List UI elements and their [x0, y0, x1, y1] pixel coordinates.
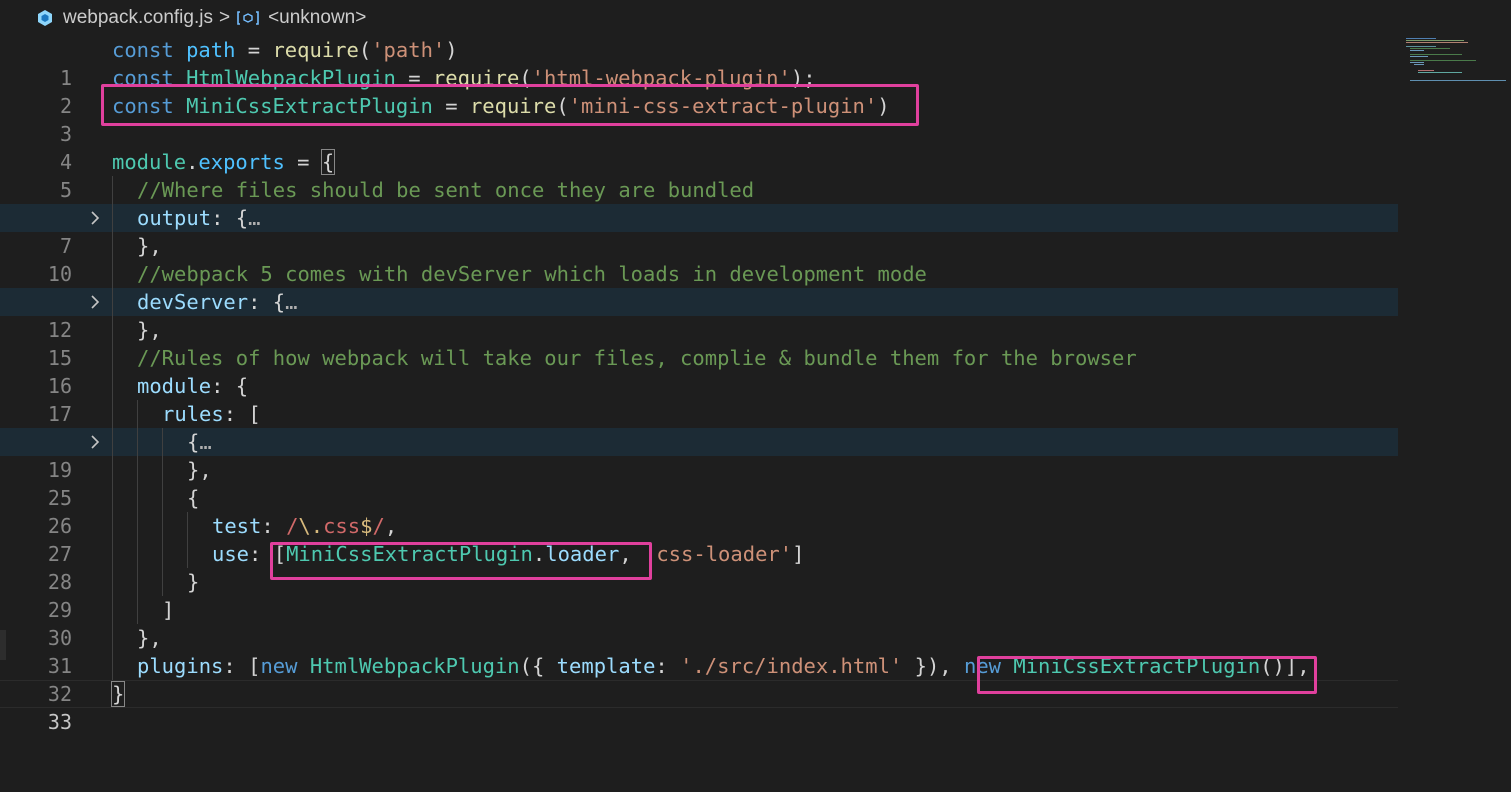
- code-line[interactable]: 25 },: [0, 456, 1398, 510]
- code-text: ]: [162, 598, 175, 622]
- code-line-folded[interactable]: 7 output: {…: [0, 204, 1398, 258]
- folded-ellipsis: …: [199, 430, 212, 454]
- indent-guide: [112, 568, 113, 596]
- line-number: 33: [47, 710, 72, 734]
- indent-guide: [137, 456, 138, 484]
- code-text: {: [187, 486, 200, 510]
- code-line[interactable]: 1 const path = require('path'): [0, 36, 1398, 90]
- code-line[interactable]: 31 },: [0, 624, 1398, 678]
- code-line-folded[interactable]: 12 devServer: {…: [0, 288, 1398, 342]
- highlight-box-require: [101, 84, 919, 126]
- code-text: const path = require('path'): [112, 38, 458, 62]
- folded-ellipsis: …: [248, 206, 261, 230]
- code-text: },: [137, 234, 162, 258]
- indent-guide: [112, 624, 113, 652]
- symbol-variable-icon: [236, 10, 260, 26]
- code-line[interactable]: 16 //Rules of how webpack will take our …: [0, 344, 1398, 398]
- indent-guide: [162, 428, 163, 456]
- fold-chevron-right-icon[interactable]: [87, 428, 103, 456]
- code-text: test: /\.css$/,: [212, 514, 398, 538]
- breadcrumb-symbol[interactable]: <unknown>: [268, 7, 366, 29]
- code-text: },: [137, 318, 162, 342]
- indent-guide: [112, 540, 113, 568]
- code-editor[interactable]: 1 const path = require('path') 2 const H…: [0, 36, 1511, 769]
- indent-guide: [187, 540, 188, 568]
- indent-guide: [112, 456, 113, 484]
- indent-guide: [162, 484, 163, 512]
- code-line[interactable]: 18 rules: [: [0, 400, 1398, 454]
- indent-guide: [137, 484, 138, 512]
- code-line[interactable]: 30 ]: [0, 596, 1398, 650]
- indent-guide: [112, 344, 113, 372]
- code-text: }: [187, 570, 200, 594]
- code-line[interactable]: 11 //webpack 5 comes with devServer whic…: [0, 260, 1398, 314]
- indent-guide: [112, 596, 113, 624]
- indent-guide: [137, 596, 138, 624]
- code-line[interactable]: 17 module: {: [0, 372, 1398, 426]
- code-line[interactable]: 29 }: [0, 568, 1398, 622]
- indent-guide: [137, 540, 138, 568]
- code-text: },: [187, 458, 212, 482]
- indent-guide: [112, 232, 113, 260]
- indent-guide: [112, 400, 113, 428]
- indent-guide: [112, 428, 113, 456]
- indent-guide: [162, 456, 163, 484]
- code-text: },: [137, 626, 162, 650]
- code-line[interactable]: 26 {: [0, 484, 1398, 538]
- code-line[interactable]: 5 module.exports = {: [0, 148, 1398, 202]
- breadcrumb-separator: >: [218, 7, 231, 28]
- code-text: {…: [187, 430, 212, 454]
- code-text: output: {…: [137, 206, 261, 230]
- indent-guide: [112, 316, 113, 344]
- indent-guide: [112, 204, 113, 232]
- indent-guide: [112, 652, 113, 680]
- code-text: }: [110, 681, 126, 707]
- fold-chevron-right-icon[interactable]: [87, 288, 103, 316]
- fold-chevron-right-icon[interactable]: [87, 204, 103, 232]
- breadcrumb: webpack.config.js > <unknown>: [0, 0, 1511, 36]
- indent-guide: [112, 260, 113, 288]
- breadcrumb-file[interactable]: webpack.config.js: [63, 7, 213, 29]
- indent-guide: [112, 372, 113, 400]
- indent-guide: [162, 568, 163, 596]
- code-text: rules: [: [162, 402, 261, 426]
- indent-guide: [137, 568, 138, 596]
- code-text: devServer: {…: [137, 290, 298, 314]
- indent-guide: [162, 540, 163, 568]
- highlight-box-loader: [270, 542, 652, 580]
- code-text: //webpack 5 comes with devServer which l…: [137, 262, 927, 286]
- code-text: //Rules of how webpack will take our fil…: [137, 346, 1137, 370]
- webpack-cube-icon: [36, 9, 54, 27]
- code-text: module.exports = {: [112, 149, 336, 175]
- indent-guide: [137, 428, 138, 456]
- code-line[interactable]: 28 use: [MiniCssExtractPlugin.loader, 'c…: [0, 540, 1398, 594]
- code-line[interactable]: 10 },: [0, 232, 1398, 286]
- indent-guide: [112, 288, 113, 316]
- indent-guide: [137, 512, 138, 540]
- indent-guide: [112, 512, 113, 540]
- indent-guide: [112, 176, 113, 204]
- indent-guide: [112, 484, 113, 512]
- indent-guide: [137, 400, 138, 428]
- highlight-box-plugin: [977, 656, 1317, 694]
- code-line[interactable]: 15 },: [0, 316, 1398, 370]
- code-line[interactable]: 27 test: /\.css$/,: [0, 512, 1398, 566]
- code-line-folded[interactable]: 19 {…: [0, 428, 1398, 482]
- indent-guide: [187, 512, 188, 540]
- code-text: //Where files should be sent once they a…: [137, 178, 755, 202]
- code-line[interactable]: 6 //Where files should be sent once they…: [0, 176, 1398, 230]
- code-text: module: {: [137, 374, 249, 398]
- indent-guide: [162, 512, 163, 540]
- folded-ellipsis: …: [285, 290, 298, 314]
